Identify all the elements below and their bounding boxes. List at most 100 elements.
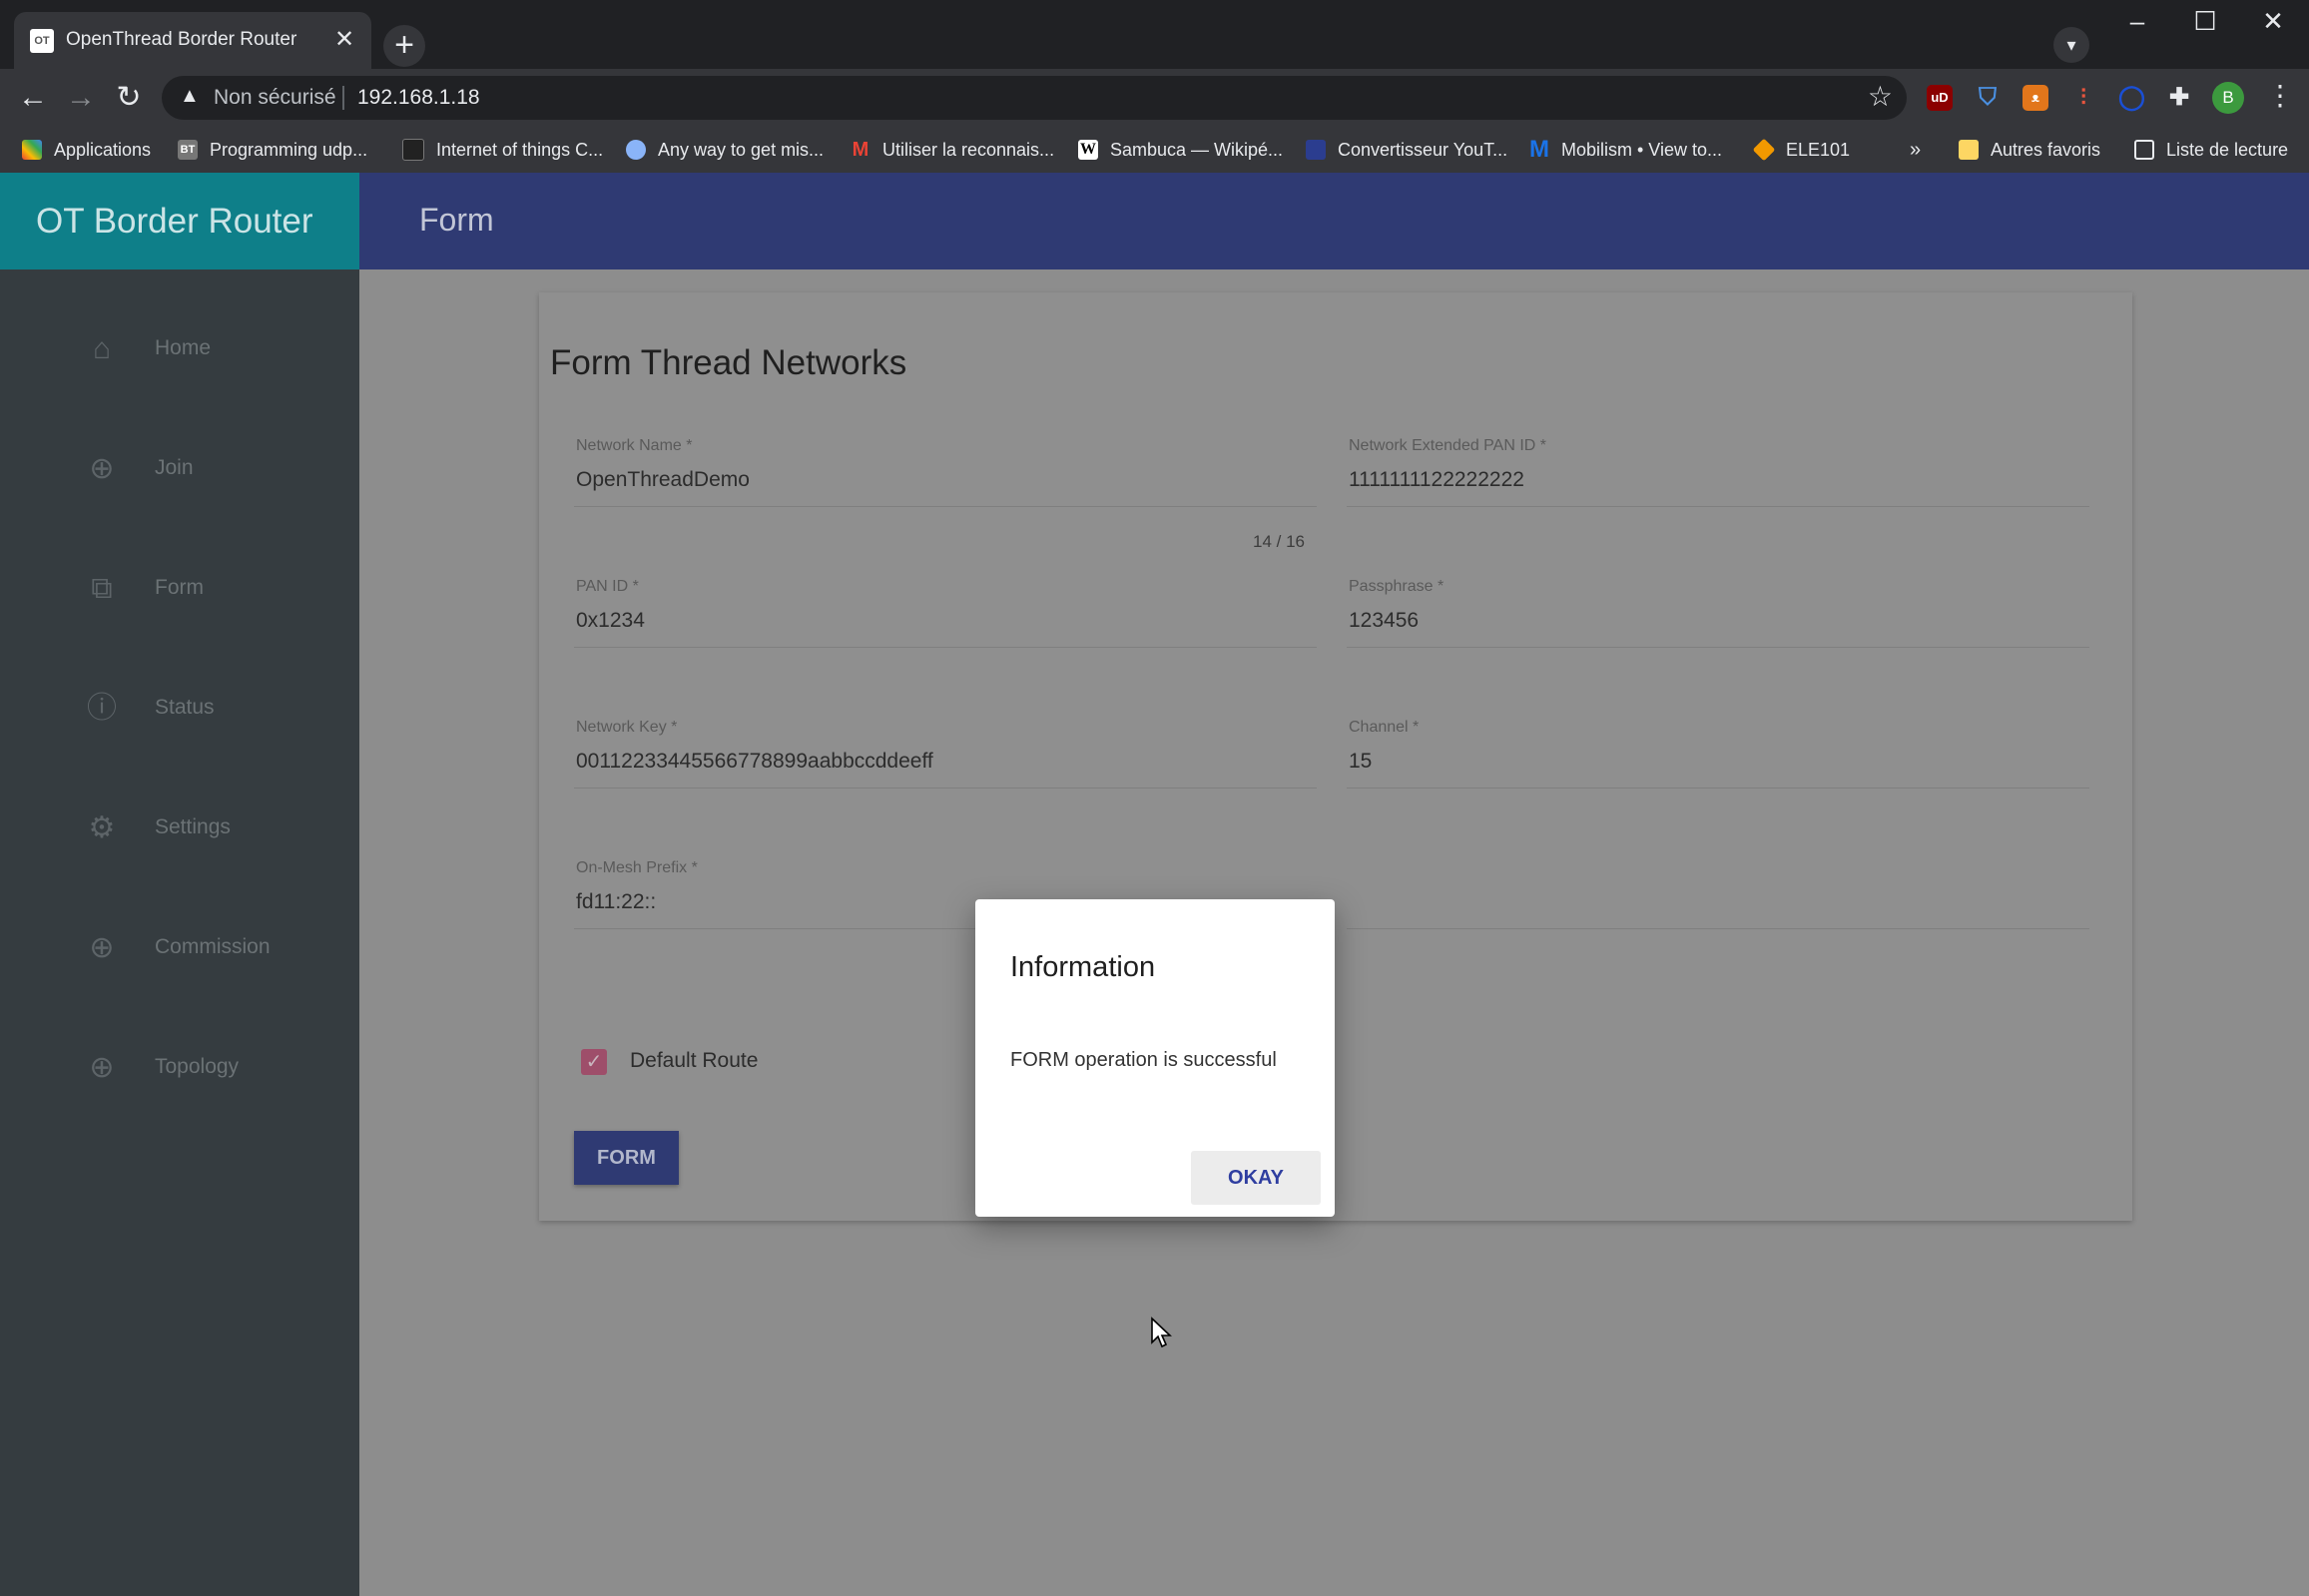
default-route-checkbox[interactable]: ✓ <box>581 1049 607 1075</box>
field-label: Network Key * <box>576 719 678 736</box>
okay-button[interactable]: OKAY <box>1191 1151 1321 1205</box>
channel-input[interactable]: 15 <box>1349 750 1372 774</box>
maximize-icon[interactable]: ☐ <box>2183 6 2227 37</box>
bookmark-anyway[interactable]: Any way to get mis... <box>626 127 824 173</box>
default-route-label: Default Route <box>630 1049 759 1072</box>
field-label: Passphrase * <box>1349 578 1444 595</box>
apps-grid-icon <box>22 140 42 160</box>
bookmark-star-icon[interactable]: ☆ <box>1868 80 1893 113</box>
field-label: PAN ID * <box>576 578 639 595</box>
add-circle-icon: ⊕ <box>89 452 115 485</box>
on-mesh-prefix-input[interactable]: fd11:22:: <box>576 890 656 914</box>
mouse-cursor-icon <box>1151 1317 1172 1348</box>
sidebar-item-label: Commission <box>155 935 271 958</box>
iot-icon <box>402 139 424 161</box>
bookmark-programming[interactable]: BT Programming udp... <box>178 127 367 173</box>
form-title: Form Thread Networks <box>550 343 907 382</box>
bookmark-other-favorites[interactable]: Autres favoris <box>1959 127 2100 173</box>
chart-icon[interactable]: ⫶ <box>2070 85 2096 111</box>
profile-avatar[interactable]: B <box>2212 82 2244 114</box>
open-in-new-icon: ⧉ <box>91 572 113 605</box>
window-close-icon[interactable]: ✕ <box>2251 6 2295 37</box>
app-root: OT Border Router Form ⌂ Home ⊕ Join ⧉ Fo… <box>0 173 2309 1596</box>
bookmark-ele101[interactable]: ELE101 <box>1752 127 1851 173</box>
sidebar-item-home[interactable]: ⌂ Home <box>0 309 359 389</box>
bookmark-label: Internet of things C... <box>436 139 604 160</box>
tab-title: OpenThread Border Router <box>66 29 297 50</box>
network-key-input[interactable]: 00112233445566778899aabbccddeeff <box>576 750 933 774</box>
reading-list-button[interactable]: Liste de lecture <box>2134 127 2288 173</box>
network-key-field[interactable]: Network Key * 00112233445566778899aabbcc… <box>574 712 1317 789</box>
fox-icon[interactable]: ᴥ <box>2022 85 2048 111</box>
bookmark-sambuca[interactable]: W Sambuca — Wikipé... <box>1078 127 1283 173</box>
bookmark-label: Sambuca — Wikipé... <box>1110 139 1284 160</box>
sidebar-item-label: Home <box>155 336 212 359</box>
sidebar-item-label: Status <box>155 696 215 719</box>
ext-pan-id-field[interactable]: Network Extended PAN ID * 11111111222222… <box>1347 430 2089 507</box>
field-label: Channel * <box>1349 719 1420 736</box>
character-counter: 14 / 16 <box>1253 532 1305 551</box>
field-label: Network Extended PAN ID * <box>1349 437 1547 454</box>
info-icon: ⓘ <box>87 692 117 725</box>
passphrase-input[interactable]: 123456 <box>1349 609 1419 633</box>
browser-menu-icon[interactable]: ⋮ <box>2266 79 2294 112</box>
home-icon: ⌂ <box>92 332 112 365</box>
mobilism-icon: M <box>1529 136 1549 163</box>
bookmark-convertisseur[interactable]: Convertisseur YouT... <box>1306 127 1507 173</box>
sidebar-item-join[interactable]: ⊕ Join <box>0 429 359 509</box>
minimize-icon[interactable]: – <box>2115 6 2159 37</box>
bookmark-mobilism[interactable]: M Mobilism • View to... <box>1529 127 1722 173</box>
browser-tab[interactable]: OT OpenThread Border Router ✕ <box>14 12 371 69</box>
wikipedia-icon: W <box>1078 140 1098 160</box>
warning-icon[interactable]: ▲ <box>180 85 200 108</box>
bookmark-label: Mobilism • View to... <box>1561 139 1723 160</box>
bookmark-label: Utiliser la reconnais... <box>882 139 1055 160</box>
bookmark-label: Convertisseur YouT... <box>1338 139 1508 160</box>
ext-pan-id-input[interactable]: 1111111122222222 <box>1349 468 1524 492</box>
sidebar: ⌂ Home ⊕ Join ⧉ Form ⓘ Status ⚙ Settings… <box>0 269 359 1596</box>
bookmark-iot[interactable]: Internet of things C... <box>402 127 603 173</box>
field-label: Network Name * <box>576 437 693 454</box>
new-tab-button[interactable]: + <box>383 25 425 67</box>
pan-id-field[interactable]: PAN ID * 0x1234 <box>574 571 1317 648</box>
field-label: On-Mesh Prefix * <box>576 859 698 876</box>
bookmarks-bar: Applications BT Programming udp... Inter… <box>0 127 2309 173</box>
sidebar-item-form[interactable]: ⧉ Form <box>0 549 359 629</box>
pan-id-input[interactable]: 0x1234 <box>576 609 645 633</box>
bookmark-applications[interactable]: Applications <box>22 127 151 173</box>
forward-icon[interactable]: → <box>59 77 103 119</box>
url-text[interactable]: 192.168.1.18 <box>357 86 480 110</box>
network-name-input[interactable]: OpenThreadDemo <box>576 468 750 492</box>
sidebar-item-topology[interactable]: ⊕ Topology <box>0 1028 359 1108</box>
empty-field-slot <box>1347 852 2089 929</box>
tab-close-icon[interactable]: ✕ <box>329 25 359 55</box>
passphrase-field[interactable]: Passphrase * 123456 <box>1347 571 2089 648</box>
puzzle-icon[interactable]: ✚ <box>2166 85 2192 111</box>
bookmark-utiliser[interactable]: M Utiliser la reconnais... <box>851 127 1054 173</box>
bookmark-label: ELE101 <box>1786 139 1851 160</box>
bookmarks-overflow-icon[interactable]: » <box>1910 127 1921 173</box>
sidebar-item-label: Join <box>155 456 194 479</box>
tab-search-icon[interactable]: ▾ <box>2053 27 2089 63</box>
add-circle-icon: ⊕ <box>89 1051 115 1084</box>
circle-icon[interactable]: ◯ <box>2118 85 2145 111</box>
bookmark-label: Any way to get mis... <box>658 139 825 160</box>
brand-panel: OT Border Router <box>0 173 359 269</box>
reload-icon[interactable]: ↻ <box>107 77 151 119</box>
bookmark-label: Liste de lecture <box>2166 139 2289 160</box>
gear-icon: ⚙ <box>88 811 116 844</box>
back-icon[interactable]: ← <box>11 77 55 119</box>
add-circle-icon: ⊕ <box>89 931 115 964</box>
form-submit-button[interactable]: FORM <box>574 1131 679 1185</box>
security-status[interactable]: Non sécurisé <box>214 86 336 110</box>
shield-icon[interactable]: ⛉ <box>1975 85 2001 111</box>
sidebar-item-commission[interactable]: ⊕ Commission <box>0 908 359 988</box>
dialog-title: Information <box>1010 951 1156 983</box>
address-bar[interactable]: ▲ Non sécurisé 192.168.1.18 ☆ <box>162 76 1907 120</box>
network-name-field[interactable]: Network Name * OpenThreadDemo <box>574 430 1317 507</box>
sidebar-item-status[interactable]: ⓘ Status <box>0 669 359 749</box>
app-header: Form <box>359 173 2309 269</box>
ublock-icon[interactable]: uD <box>1927 85 1953 111</box>
channel-field[interactable]: Channel * 15 <box>1347 712 2089 789</box>
sidebar-item-settings[interactable]: ⚙ Settings <box>0 789 359 868</box>
